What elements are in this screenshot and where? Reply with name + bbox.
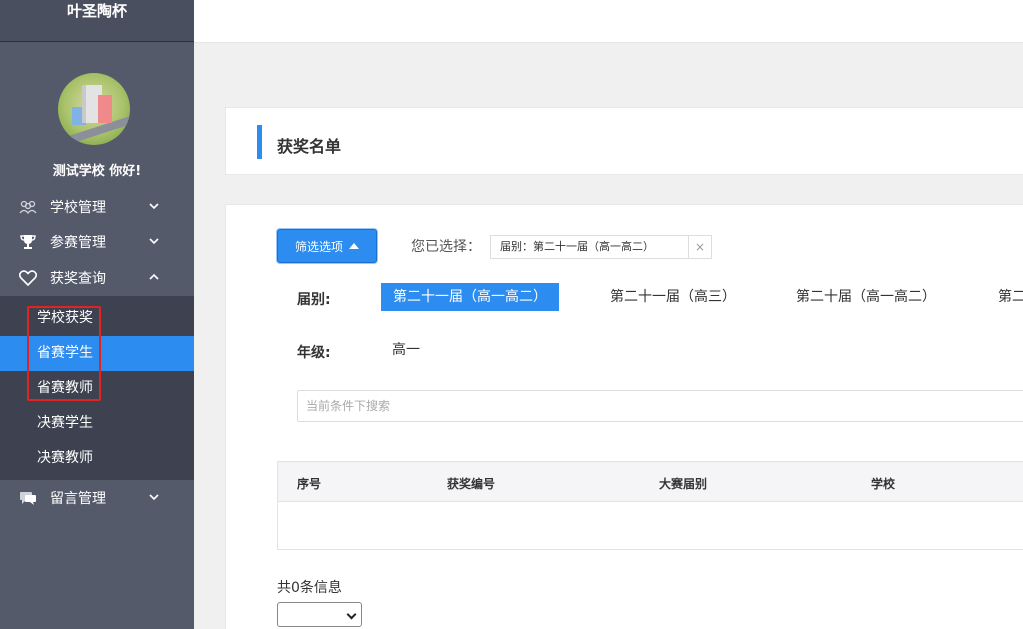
chevron-down-icon [149,494,159,501]
column-header: 大赛届别 [659,477,708,491]
menu-item-label: 留言管理 [50,491,106,507]
menu-item-label: 参赛管理 [50,235,106,251]
trophy-icon [18,234,38,250]
sidebar: 叶圣陶杯 测试学校 你好! 学校管理 参赛管理 获奖查询 学校获奖 省赛学生 省… [0,0,194,629]
close-icon[interactable]: × [689,240,711,254]
session-option[interactable]: 第二十一届（高三） [610,283,736,311]
user-greeting: 测试学校 你好! [52,164,142,179]
title-card: 获奖名单 [225,107,1023,175]
submenu-item-provincial-teachers[interactable]: 省赛教师 [0,371,194,406]
session-option[interactable]: 第二十届（高一高二） [796,283,936,311]
chevron-down-icon [346,609,357,620]
brand-title: 叶圣陶杯 [0,0,194,42]
chevron-up-icon [149,273,159,280]
filter-options-button[interactable]: 筛选选项 [277,229,377,263]
page-size-select[interactable] [277,602,362,627]
menu-item-label: 学校管理 [50,200,106,216]
submenu-item-final-students[interactable]: 决赛学生 [0,406,194,441]
session-option[interactable]: 第二 [998,283,1023,311]
menu-item-message-management[interactable]: 留言管理 [0,481,194,515]
table-header: 序号 获奖编号 大赛届别 学校 [278,462,1023,502]
avatar [58,73,130,145]
award-query-submenu: 学校获奖 省赛学生 省赛教师 决赛学生 决赛教师 [0,296,194,480]
submenu-item-provincial-students[interactable]: 省赛学生 [0,336,194,371]
awards-table: 序号 获奖编号 大赛届别 学校 [277,461,1023,550]
session-label: 届别: [297,292,331,308]
search-input[interactable]: 当前条件下搜索 [297,390,1023,422]
menu-item-award-query[interactable]: 获奖查询 [0,261,194,295]
chevron-down-icon [149,238,159,245]
menu-item-school-management[interactable]: 学校管理 [0,190,194,224]
session-option[interactable]: 第二十一届（高一高二） [381,283,559,311]
group-icon [18,200,38,214]
page-title: 获奖名单 [277,137,342,156]
column-header: 学校 [871,477,896,491]
title-accent-bar [257,125,262,159]
column-header: 获奖编号 [447,477,496,491]
chevron-down-icon [149,203,159,210]
selected-label: 您已选择： [411,239,481,255]
menu-item-label: 获奖查询 [50,271,106,287]
filter-tag-text: 届别：第二十一届（高一高二） [491,236,689,258]
chat-icon [18,490,38,506]
selected-filter-tag: 届别：第二十一届（高一高二） × [490,235,712,259]
grade-label: 年级: [297,345,331,361]
submenu-item-final-teachers[interactable]: 决赛教师 [0,441,194,476]
heart-icon [18,270,38,286]
filter-button-label: 筛选选项 [294,239,343,254]
menu-item-contest-management[interactable]: 参赛管理 [0,225,194,259]
grade-option[interactable]: 高一 [392,336,420,364]
column-header: 序号 [297,477,322,491]
caret-up-icon [349,243,359,249]
record-count: 共0条信息 [277,580,342,596]
submenu-item-school-awards[interactable]: 学校获奖 [0,301,194,336]
top-bar [194,0,1023,43]
